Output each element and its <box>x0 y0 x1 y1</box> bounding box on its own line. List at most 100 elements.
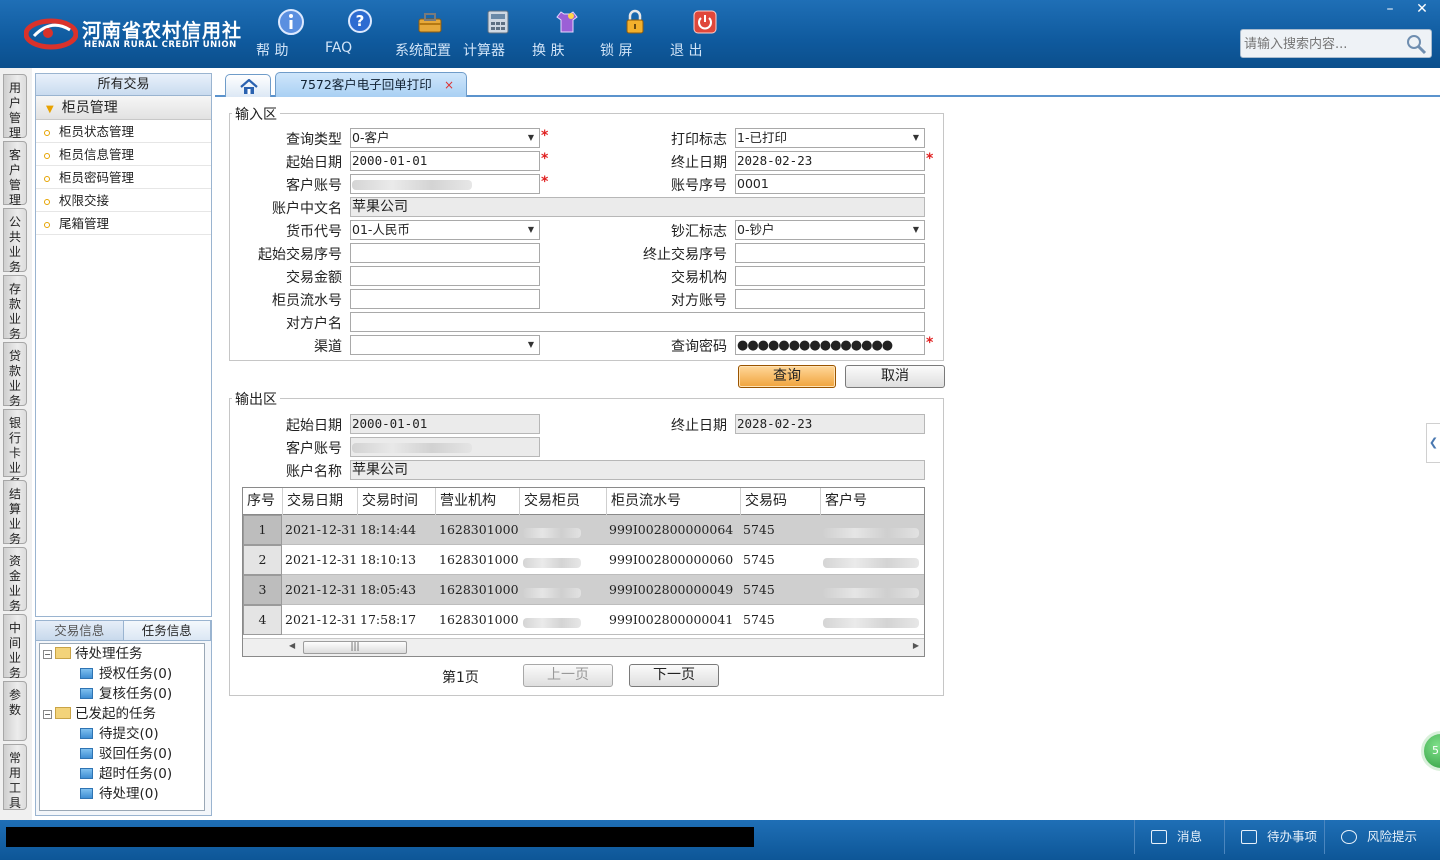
tree-node-review[interactable]: 复核任务(0) <box>80 684 172 704</box>
nav-item-teller-status[interactable]: 柜员状态管理 <box>36 120 211 143</box>
col-header-time[interactable]: 交易时间 <box>358 488 436 515</box>
search-input[interactable] <box>1244 34 1404 54</box>
account-seq-input[interactable]: 0001 <box>735 174 925 194</box>
counter-name-input[interactable] <box>350 312 925 332</box>
table-row[interactable]: 1 2021-12-31 18:14:44 1628301000 999I002… <box>243 515 924 545</box>
tree-node-to-process[interactable]: 待处理(0) <box>80 784 159 804</box>
close-window-button[interactable]: ✕ <box>1406 0 1438 19</box>
skin-button[interactable]: 换 肤 <box>532 8 602 62</box>
col-header-customer[interactable]: 客户号 <box>821 488 924 515</box>
currency-select[interactable]: 01-人民币 ▼ <box>350 220 540 240</box>
tab-transaction-info[interactable]: 交易信息 <box>36 621 124 641</box>
minimize-button[interactable]: – <box>1374 0 1406 19</box>
amount-input[interactable] <box>350 266 540 286</box>
tree-node-authorize[interactable]: 授权任务(0) <box>80 664 172 684</box>
print-flag-select[interactable]: 1-已打印 ▼ <box>735 128 925 148</box>
nav-item-cash-box[interactable]: 尾箱管理 <box>36 212 211 235</box>
vtab-common-tools[interactable]: 常用工具 <box>3 744 27 810</box>
close-tab-icon[interactable]: × <box>444 73 454 97</box>
horizontal-scrollbar[interactable]: ◀ ||| ▶ <box>243 638 924 656</box>
end-seq-input[interactable] <box>735 243 925 263</box>
account-seq-label: 账号序号 <box>671 178 727 194</box>
cash-flag-select[interactable]: 0-钞户 ▼ <box>735 220 925 240</box>
power-icon <box>693 10 717 34</box>
collapse-icon[interactable]: − <box>43 650 52 659</box>
required-mark: * <box>541 174 549 190</box>
start-seq-input[interactable] <box>350 243 540 263</box>
vtab-parameters[interactable]: 参数 <box>3 681 27 741</box>
org-input[interactable] <box>735 266 925 286</box>
messages-button[interactable]: 消息 <box>1134 820 1224 854</box>
input-area-legend: 输入区 <box>232 104 280 124</box>
help-button[interactable]: 帮 助 <box>256 8 326 62</box>
nav-group-teller-management[interactable]: ▼ 柜员管理 <box>36 96 211 120</box>
col-header-code[interactable]: 交易码 <box>741 488 821 515</box>
end-date-input[interactable]: 2028-02-23 <box>735 151 925 171</box>
bullet-icon <box>44 152 50 159</box>
col-header-flow[interactable]: 柜员流水号 <box>607 488 741 515</box>
scroll-left-icon[interactable]: ◀ <box>289 641 295 650</box>
system-config-button[interactable]: 系统配置 <box>395 8 465 62</box>
prev-page-button[interactable]: 上一页 <box>523 664 613 687</box>
vtab-public-business[interactable]: 公共业务 <box>3 208 27 274</box>
dropdown-arrow-icon: ▼ <box>912 225 919 234</box>
vtab-fund-business[interactable]: 资金业务 <box>3 547 27 613</box>
query-button[interactable]: 查询 <box>738 365 836 388</box>
tree-node-rejected[interactable]: 驳回任务(0) <box>80 744 172 764</box>
transaction-nav-panel: 所有交易 ▼ 柜员管理 柜员状态管理 柜员信息管理 柜员密码管理 权限交接 尾箱管… <box>35 73 212 617</box>
cancel-button[interactable]: 取消 <box>845 365 945 388</box>
cell-customer <box>823 554 919 569</box>
cell-customer <box>823 614 919 629</box>
nav-item-teller-password[interactable]: 柜员密码管理 <box>36 166 211 189</box>
table-row[interactable]: 2 2021-12-31 18:10:13 1628301000 999I002… <box>243 545 924 575</box>
vtab-customer-management[interactable]: 客户管理 <box>3 141 27 207</box>
nav-item-teller-info[interactable]: 柜员信息管理 <box>36 143 211 166</box>
col-header-no[interactable]: 序号 <box>243 488 283 515</box>
query-type-select[interactable]: 0-客户 ▼ <box>350 128 540 148</box>
tree-node-timeout[interactable]: 超时任务(0) <box>80 764 172 784</box>
col-header-teller[interactable]: 交易柜员 <box>520 488 607 515</box>
tree-node-pending[interactable]: − 待处理任务 <box>43 644 143 664</box>
todo-button[interactable]: 待办事项 <box>1224 820 1324 854</box>
vtab-settlement-business[interactable]: 结算业务 <box>3 480 27 546</box>
scroll-thumb[interactable]: ||| <box>303 641 407 654</box>
required-mark: * <box>926 335 934 351</box>
tab-task-info[interactable]: 任务信息 <box>123 621 211 641</box>
search-icon[interactable] <box>1405 33 1427 55</box>
cell-teller <box>523 614 581 629</box>
col-header-date[interactable]: 交易日期 <box>283 488 358 515</box>
tab-7572-receipt-print[interactable]: 7572客户电子回单打印 × <box>275 72 467 97</box>
next-page-button[interactable]: 下一页 <box>629 664 719 687</box>
lock-screen-button[interactable]: 锁 屏 <box>600 8 670 62</box>
scroll-right-icon[interactable]: ▶ <box>913 641 919 650</box>
floating-assistant-badge[interactable]: 51 <box>1421 731 1440 771</box>
vtab-loan-business[interactable]: 贷款业务 <box>3 342 27 408</box>
account-name-label: 账户中文名 <box>272 201 342 217</box>
nav-item-permission-handover[interactable]: 权限交接 <box>36 189 211 212</box>
search-box <box>1240 29 1432 58</box>
collapse-right-panel-icon[interactable]: ❮ <box>1426 423 1440 463</box>
channel-select[interactable]: ▼ <box>350 335 540 355</box>
table-row[interactable]: 4 2021-12-31 17:58:17 1628301000 999I002… <box>243 605 924 635</box>
vtab-user-management[interactable]: 用户管理 <box>3 74 27 140</box>
tree-node-initiated[interactable]: − 已发起的任务 <box>43 704 156 724</box>
exit-button[interactable]: 退 出 <box>670 8 740 62</box>
teller-flow-input[interactable] <box>350 289 540 309</box>
table-row[interactable]: 3 2021-12-31 18:05:43 1628301000 999I002… <box>243 575 924 605</box>
password-input[interactable]: ●●●●●●●●●●●●●●● <box>735 335 925 355</box>
account-input[interactable] <box>350 174 540 194</box>
account-name-field: 苹果公司 <box>350 197 925 217</box>
vtab-deposit-business[interactable]: 存款业务 <box>3 275 27 341</box>
calculator-button[interactable]: 计算器 <box>463 8 533 62</box>
col-header-org[interactable]: 营业机构 <box>436 488 520 515</box>
home-tab[interactable] <box>225 74 271 97</box>
vtab-intermediate-business[interactable]: 中间业务 <box>3 614 27 680</box>
redacted-value <box>823 527 919 538</box>
vtab-bank-card-business[interactable]: 银行卡业务 <box>3 409 27 490</box>
risk-alert-button[interactable]: 风险提示 <box>1324 820 1440 854</box>
collapse-icon[interactable]: − <box>43 710 52 719</box>
faq-button[interactable]: ? FAQ <box>325 8 395 62</box>
counter-account-input[interactable] <box>735 289 925 309</box>
tree-node-to-submit[interactable]: 待提交(0) <box>80 724 159 744</box>
start-date-input[interactable]: 2000-01-01 <box>350 151 540 171</box>
